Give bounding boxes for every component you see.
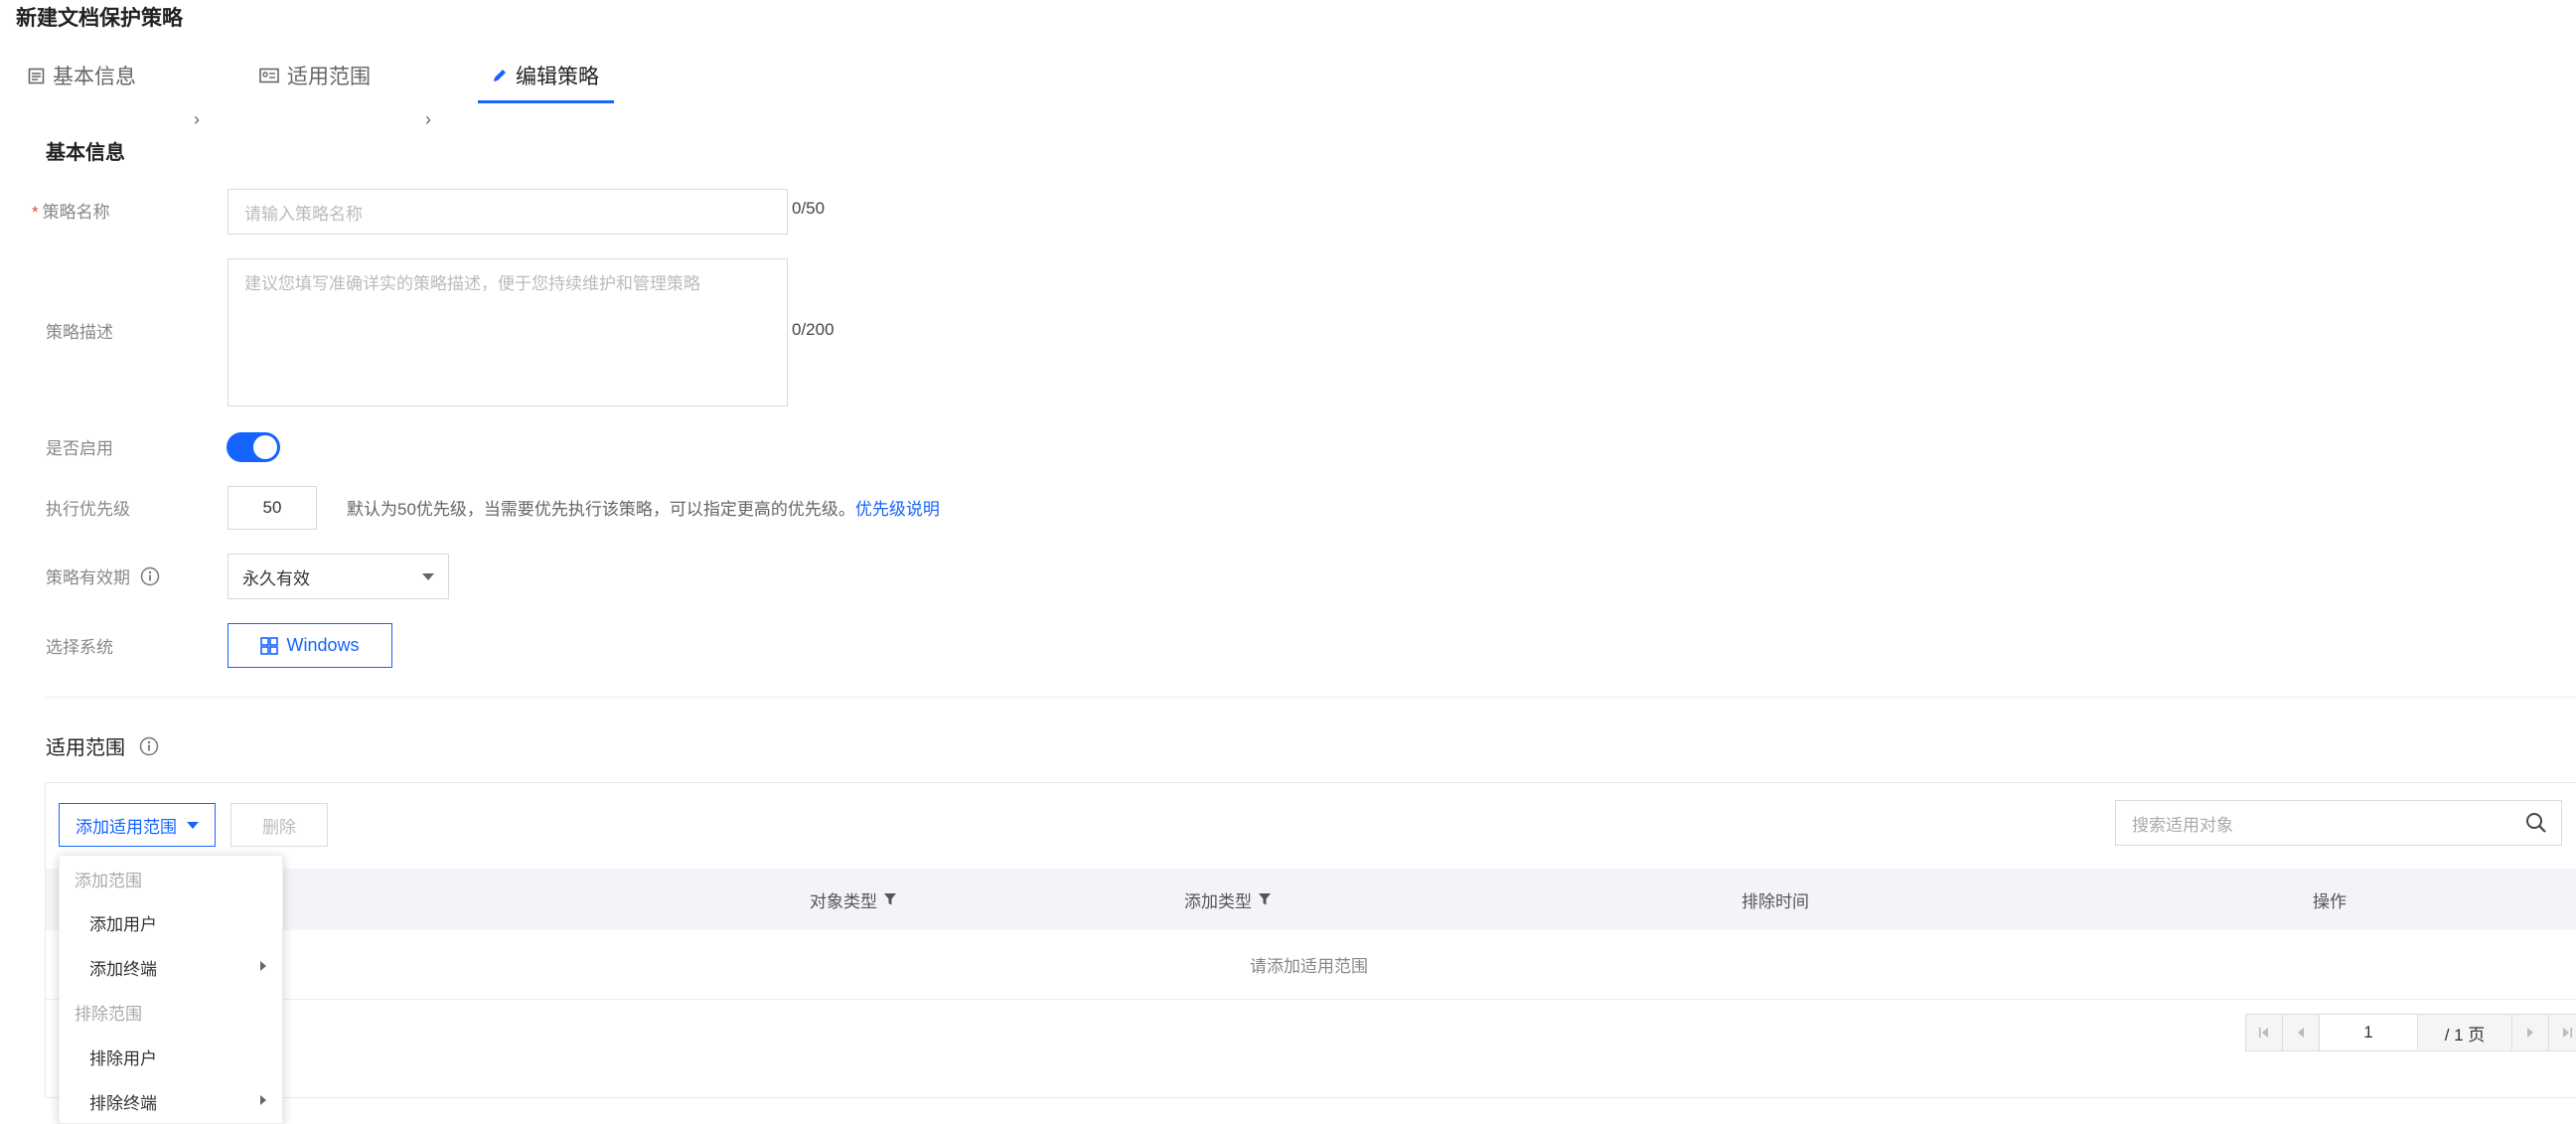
submenu-arrow-icon [260, 1095, 266, 1105]
required-mark: * [32, 203, 39, 222]
windows-system-button[interactable]: Windows [227, 623, 392, 668]
step-label: 适用范围 [287, 66, 371, 88]
last-page-button[interactable] [2549, 1015, 2576, 1050]
policy-name-counter: 0/50 [792, 199, 826, 218]
search-input[interactable]: 搜索适用对象 [2115, 800, 2562, 846]
filter-icon[interactable] [883, 892, 897, 906]
add-scope-dropdown-menu: 添加范围 添加用户 添加终端 排除范围 排除用户 排除终端 [59, 855, 283, 1124]
step-label: 基本信息 [53, 66, 136, 88]
prev-page-button[interactable] [2283, 1015, 2320, 1050]
step-nav: 基本信息 › 适用范围 › 编辑策略 [0, 52, 695, 129]
policy-desc-label: 策略描述 [46, 323, 113, 342]
validity-select[interactable]: 永久有效 [227, 554, 449, 599]
priority-input[interactable]: 50 [227, 486, 317, 530]
enable-toggle[interactable] [227, 432, 280, 462]
add-scope-button[interactable]: 添加适用范围 [59, 803, 216, 847]
chevron-right-icon: › [194, 109, 200, 129]
policy-desc-textarea[interactable]: 建议您填写准确详实的策略描述，便于您持续维护和管理策略 [227, 258, 788, 406]
scope-card-icon [259, 68, 279, 83]
submenu-arrow-icon [260, 961, 266, 971]
menu-group-exclude: 排除范围 [75, 1005, 142, 1024]
step-edit-policy[interactable]: 编辑策略 [492, 52, 599, 99]
policy-name-input[interactable]: 请输入策略名称 [227, 189, 788, 235]
next-page-icon [2527, 1028, 2533, 1038]
section-title-scope: 适用范围 [46, 731, 159, 760]
menu-group-add: 添加范围 [75, 872, 142, 890]
caret-down-icon [187, 821, 199, 829]
enable-label: 是否启用 [46, 439, 113, 458]
priority-hint: 默认为50优先级，当需要优先执行该策略，可以指定更高的优先级。优先级说明 [347, 500, 940, 519]
priority-doc-link[interactable]: 优先级说明 [855, 500, 940, 519]
first-page-button[interactable] [2246, 1015, 2283, 1050]
toggle-knob [253, 435, 277, 459]
pagination: 1 / 1 页 [2245, 1014, 2576, 1051]
prev-page-icon [2298, 1028, 2304, 1038]
info-icon[interactable] [139, 736, 159, 756]
page-number-input[interactable]: 1 [2320, 1015, 2418, 1050]
column-actions: 操作 [2313, 891, 2347, 911]
info-icon[interactable] [140, 566, 160, 586]
system-label: 选择系统 [46, 638, 113, 657]
menu-item-exclude-terminal[interactable]: 排除终端 [89, 1089, 268, 1114]
page-total: / 1 页 [2418, 1015, 2512, 1050]
pencil-icon [492, 68, 508, 83]
section-divider [46, 697, 2576, 698]
policy-desc-counter: 0/200 [792, 320, 834, 339]
windows-icon [260, 636, 279, 655]
menu-item-add-terminal[interactable]: 添加终端 [89, 955, 268, 980]
column-object-type[interactable]: 对象类型 [810, 869, 897, 930]
delete-button[interactable]: 删除 [230, 803, 328, 847]
policy-name-label: * 策略名称 [32, 203, 110, 222]
step-label: 编辑策略 [516, 66, 599, 88]
menu-item-add-user[interactable]: 添加用户 [89, 910, 268, 935]
chevron-down-icon [422, 572, 434, 580]
search-icon[interactable] [2525, 812, 2547, 834]
active-step-indicator [478, 100, 614, 103]
column-exclude-time: 排除时间 [1742, 891, 1809, 911]
step-basic-info[interactable]: 基本信息 [28, 52, 136, 99]
filter-icon[interactable] [1258, 892, 1272, 906]
menu-item-exclude-user[interactable]: 排除用户 [89, 1044, 268, 1069]
page-title: 新建文档保护策略 [16, 7, 183, 30]
section-title-basic: 基本信息 [46, 142, 125, 164]
last-page-icon [2563, 1028, 2572, 1038]
column-add-type[interactable]: 添加类型 [1184, 869, 1272, 930]
next-page-button[interactable] [2512, 1015, 2549, 1050]
step-scope[interactable]: 适用范围 [259, 52, 371, 99]
empty-state-text: 请添加适用范围 [1250, 957, 1368, 976]
chevron-right-icon: › [425, 109, 431, 129]
form-icon [28, 68, 45, 84]
priority-label: 执行优先级 [46, 500, 130, 519]
first-page-icon [2259, 1028, 2268, 1038]
validity-label: 策略有效期 [46, 563, 160, 588]
table-header: 对象类型 添加类型 排除时间 操作 [46, 869, 2576, 930]
